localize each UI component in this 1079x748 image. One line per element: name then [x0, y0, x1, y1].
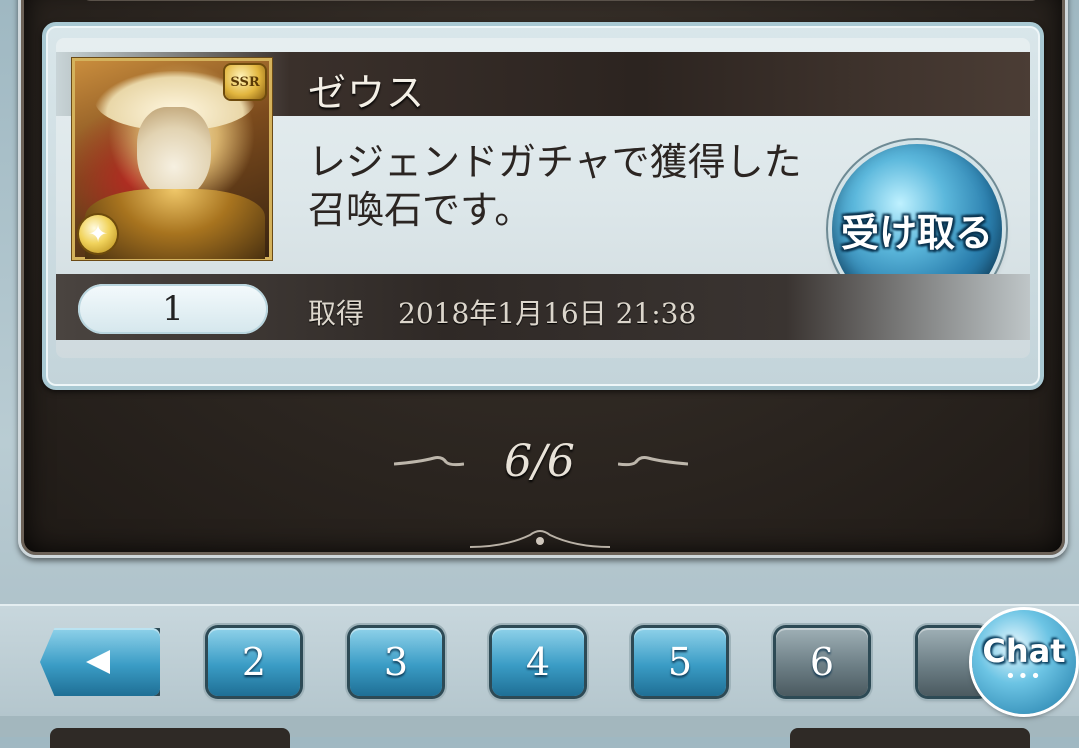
acquired-date: 2018年1月16日 21:38	[398, 297, 697, 330]
chat-label: Chat	[982, 632, 1066, 670]
bottom-tab-right[interactable]	[790, 728, 1030, 748]
summon-portrait[interactable]: SSR ✦	[72, 58, 272, 260]
acquired-label: 取得	[308, 297, 365, 330]
page-button-4[interactable]: 4	[492, 628, 584, 696]
item-name: ゼウス	[308, 71, 426, 115]
bottom-tab-left[interactable]	[50, 728, 290, 748]
frame-ornament	[470, 530, 610, 548]
chat-dots-icon: •••	[1005, 666, 1043, 687]
item-description: レジェンドガチャで獲得した召喚石です。	[308, 140, 802, 232]
pagination-bar: 2 3 4 5 6	[0, 604, 1079, 718]
ssr-rarity-badge: SSR	[225, 65, 265, 99]
light-element-icon: ✦	[79, 215, 117, 253]
chat-button[interactable]: Chat •••	[972, 610, 1076, 714]
page-button-2[interactable]: 2	[208, 628, 300, 696]
present-item-card: ゼウス SSR ✦ レジェンドガチャで獲得した召喚石です。 受け取る 1 取得 …	[42, 22, 1044, 390]
left-arrow-icon	[86, 650, 110, 674]
page-button-3[interactable]: 3	[350, 628, 442, 696]
prev-page-button[interactable]	[40, 628, 160, 696]
page-indicator: 6/6	[504, 436, 575, 487]
page-button-6-current[interactable]: 6	[776, 628, 868, 696]
quantity-pill: 1	[78, 284, 268, 334]
card-inner: ゼウス SSR ✦ レジェンドガチャで獲得した召喚石です。 受け取る 1 取得 …	[56, 38, 1030, 358]
right-flourish-icon	[618, 456, 688, 467]
portrait-face	[137, 107, 211, 199]
receive-button-label: 受け取る	[840, 210, 993, 255]
page-button-5[interactable]: 5	[634, 628, 726, 696]
